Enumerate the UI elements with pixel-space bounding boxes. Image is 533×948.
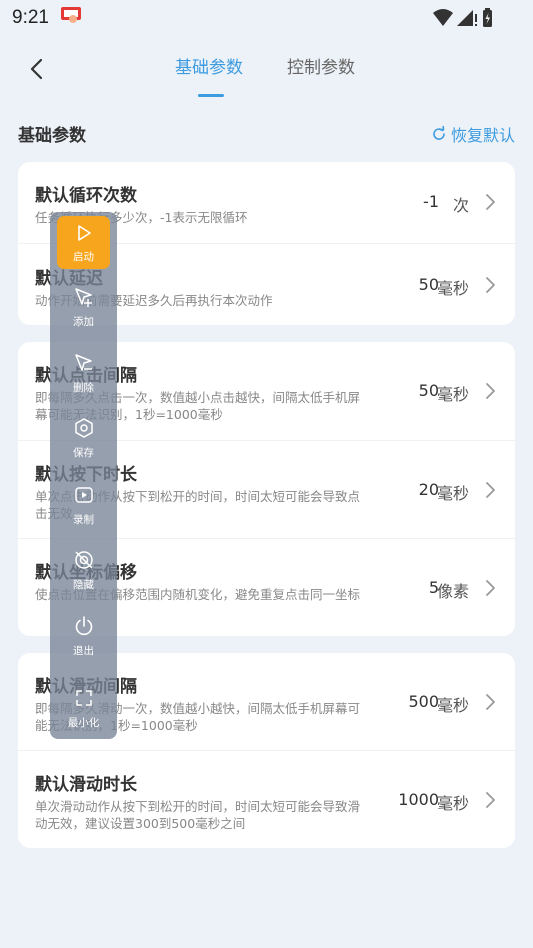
chevron-right-icon — [486, 792, 495, 808]
save-label: 保存 — [73, 447, 94, 459]
tab-basic-params[interactable]: 基础参数 — [175, 53, 243, 78]
delete-label: 删除 — [73, 382, 94, 394]
power-icon — [75, 616, 93, 636]
start-button[interactable]: 启动 — [57, 216, 110, 269]
row-unit: 像素 — [436, 582, 469, 601]
remove-pointer-icon — [75, 354, 92, 371]
row-title: 默认滑动时长 — [35, 775, 137, 795]
record-label: 录制 — [73, 514, 94, 526]
signal-icon — [457, 10, 473, 26]
minimize-button[interactable]: 最小化 — [50, 687, 117, 747]
chevron-right-icon — [486, 694, 495, 710]
hide-label: 隐藏 — [73, 579, 94, 591]
active-tab-indicator — [198, 94, 224, 97]
row-value: -1 — [423, 192, 439, 211]
add-label: 添加 — [73, 316, 94, 328]
back-icon[interactable] — [22, 54, 52, 84]
status-time: 9:21 — [12, 7, 49, 28]
row-value: 1000 — [398, 790, 439, 809]
start-label: 启动 — [73, 251, 94, 263]
row-unit: 毫秒 — [436, 696, 469, 715]
row-title: 默认循环次数 — [35, 186, 137, 206]
notification-icon — [61, 7, 81, 23]
chevron-right-icon — [486, 482, 495, 498]
record-button[interactable]: 录制 — [50, 484, 117, 544]
row-unit: 毫秒 — [436, 484, 469, 503]
row-unit: 毫秒 — [436, 385, 469, 404]
floating-control-panel[interactable]: 启动 添加 删除 保存 录制 隐藏 退出 最小化 — [50, 212, 117, 739]
restore-default-button[interactable]: 恢复默认 — [431, 122, 515, 146]
row-unit: 毫秒 — [436, 279, 469, 298]
wifi-icon — [433, 9, 453, 26]
save-button[interactable]: 保存 — [50, 417, 117, 477]
exit-label: 退出 — [73, 645, 94, 657]
exit-button[interactable]: 退出 — [50, 615, 117, 675]
restore-default-label: 恢复默认 — [450, 126, 515, 145]
hide-icon — [75, 551, 93, 569]
row-unit: 次 — [452, 196, 469, 215]
chevron-right-icon — [486, 277, 495, 293]
tab-control-params[interactable]: 控制参数 — [287, 53, 355, 78]
refresh-icon — [433, 126, 445, 140]
row-value: 500 — [408, 692, 439, 711]
section-title: 基础参数 — [18, 126, 86, 146]
chevron-right-icon — [486, 580, 495, 596]
hide-button[interactable]: 隐藏 — [50, 549, 117, 609]
chevron-right-icon — [486, 194, 495, 210]
play-icon — [78, 225, 91, 241]
record-icon — [75, 487, 93, 503]
top-nav: 基础参数 控制参数 — [0, 40, 533, 100]
row-value: 20 — [418, 480, 439, 499]
add-pointer-icon — [75, 288, 92, 307]
status-bar: 9:21 — [0, 0, 533, 36]
minimize-icon — [76, 690, 92, 706]
row-unit: 毫秒 — [436, 794, 469, 813]
save-icon — [75, 418, 93, 438]
row-value: 50 — [418, 381, 439, 400]
setting-row-swipe-duration[interactable]: 默认滑动时长 单次滑动动作从按下到松开的时间，时间太短可能会导致滑动无效，建议设… — [18, 750, 515, 848]
delete-button[interactable]: 删除 — [50, 352, 117, 412]
add-button[interactable]: 添加 — [50, 286, 117, 346]
row-value: 50 — [418, 275, 439, 294]
minimize-label: 最小化 — [67, 717, 100, 729]
chevron-right-icon — [486, 383, 495, 399]
status-icons — [433, 8, 492, 27]
row-desc: 单次滑动动作从按下到松开的时间，时间太短可能会导致滑动无效，建议设置300到50… — [35, 799, 361, 831]
